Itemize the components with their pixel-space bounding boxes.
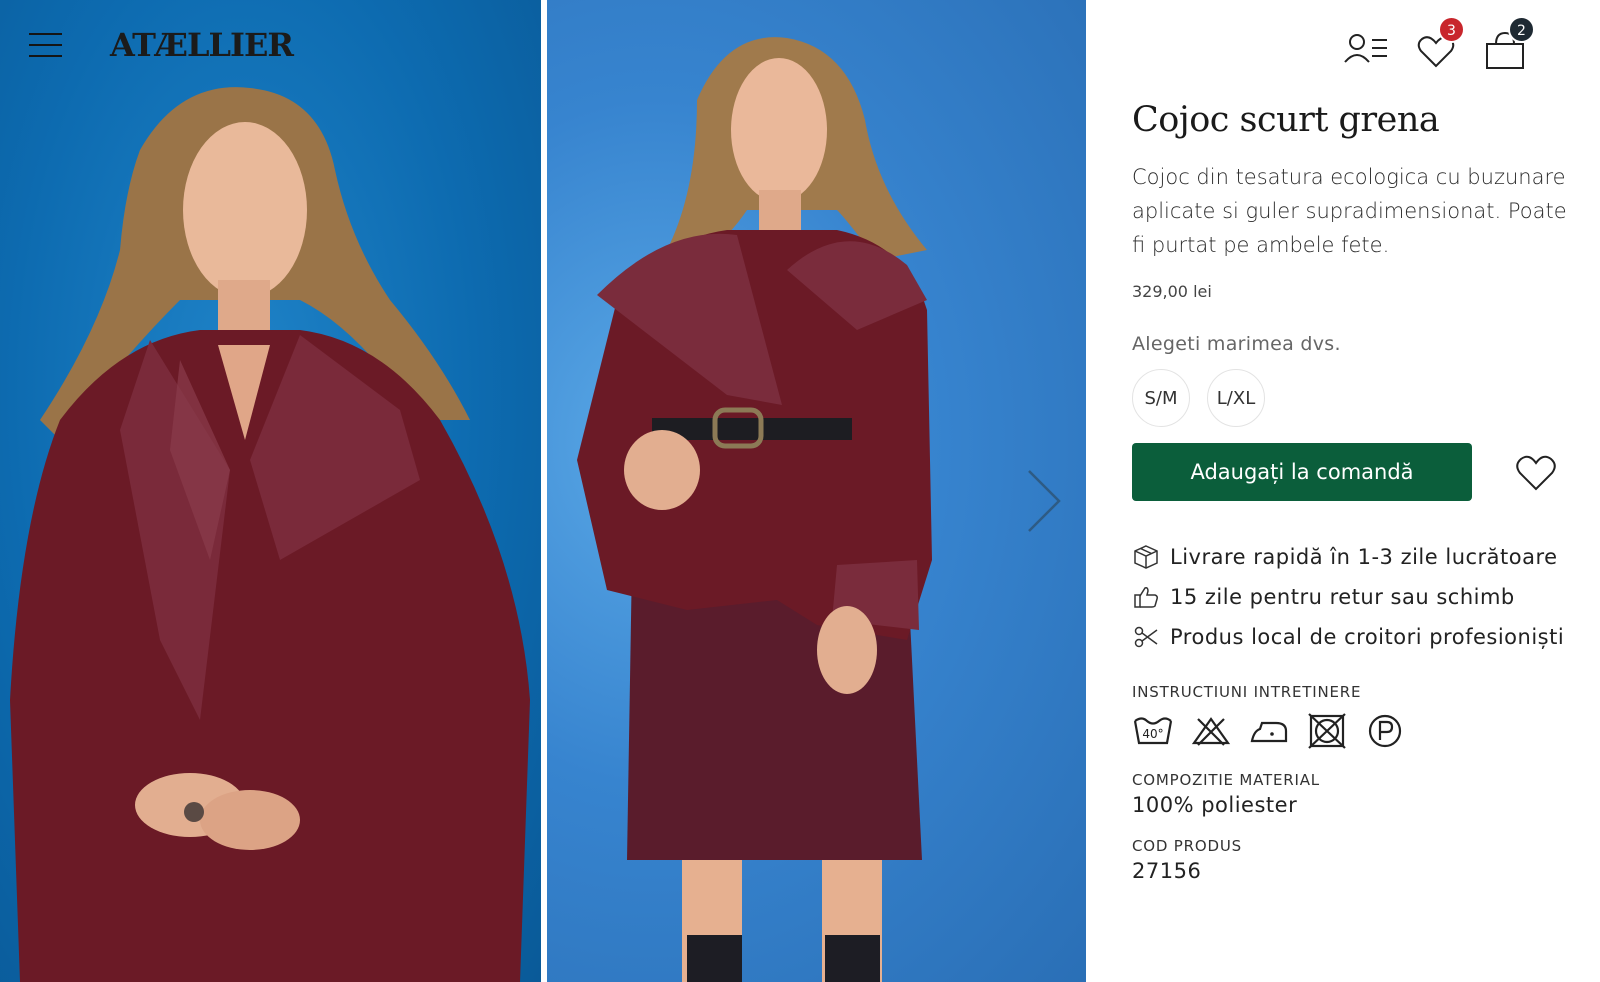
cart-count-badge: 2 xyxy=(1508,16,1535,43)
svg-text:40°: 40° xyxy=(1142,727,1163,741)
model-illustration-2 xyxy=(577,37,932,982)
carousel-next-icon[interactable] xyxy=(1024,466,1064,536)
thumbs-up-icon xyxy=(1132,583,1160,611)
feature-delivery: Livrare rapidă în 1-3 zile lucrătoare xyxy=(1132,537,1572,577)
care-icons: 40° xyxy=(1132,713,1572,749)
care-instructions: INSTRUCTIUNI INTRETINERE 40° xyxy=(1132,683,1572,749)
box-icon xyxy=(1132,543,1160,571)
feature-list: Livrare rapidă în 1-3 zile lucrătoare 15… xyxy=(1132,537,1572,657)
composition: COMPOZITIE MATERIAL 100% poliester xyxy=(1132,771,1572,817)
product-price: 329,00 lei xyxy=(1132,282,1212,301)
product-description: Cojoc din tesatura ecologica cu buzunare… xyxy=(1132,165,1567,257)
feature-return: 15 zile pentru retur sau schimb xyxy=(1132,577,1572,617)
wash-40-icon: 40° xyxy=(1133,717,1173,745)
product-photo-full xyxy=(547,0,1086,982)
care-label: INSTRUCTIUNI INTRETINERE xyxy=(1132,683,1362,701)
cart-icon[interactable]: 2 xyxy=(1483,16,1535,74)
brand-logo[interactable]: ATÆLLIER xyxy=(110,26,294,64)
menu-icon[interactable] xyxy=(28,31,64,61)
product-code-value: 27156 xyxy=(1132,859,1202,883)
header-actions: 3 2 xyxy=(1086,16,1600,82)
add-to-wishlist-heart-icon[interactable] xyxy=(1514,453,1558,493)
iron-icon xyxy=(1250,721,1288,743)
scissors-icon xyxy=(1132,623,1160,651)
feature-local: Produs local de croitori profesioniști xyxy=(1132,617,1572,657)
product-code-label: COD PRODUS xyxy=(1132,837,1242,855)
no-tumble-dry-icon xyxy=(1308,713,1346,749)
product-photo-front xyxy=(0,0,541,982)
cta-row: Adaugați la comandă xyxy=(1132,443,1572,503)
feature-local-text: Produs local de croitori profesioniști xyxy=(1170,625,1565,649)
product-code: COD PRODUS 27156 xyxy=(1132,837,1572,883)
feature-return-text: 15 zile pentru retur sau schimb xyxy=(1170,585,1515,609)
add-to-order-button[interactable]: Adaugați la comandă xyxy=(1132,443,1472,501)
composition-value: 100% poliester xyxy=(1132,793,1298,817)
size-option-lxl[interactable]: L/XL xyxy=(1207,369,1265,427)
size-selector: S/M L/XL xyxy=(1132,369,1572,427)
product-title: Cojoc scurt grena xyxy=(1132,100,1440,140)
composition-label: COMPOZITIE MATERIAL xyxy=(1132,771,1320,789)
feature-delivery-text: Livrare rapidă în 1-3 zile lucrătoare xyxy=(1170,545,1558,569)
dry-clean-p-icon xyxy=(1368,714,1402,748)
size-label: Alegeti marimea dvs. xyxy=(1132,333,1341,355)
account-icon[interactable] xyxy=(1344,22,1396,74)
size-option-sm[interactable]: S/M xyxy=(1132,369,1190,427)
wishlist-icon[interactable]: 3 xyxy=(1416,16,1468,74)
wishlist-count-badge: 3 xyxy=(1438,16,1465,43)
no-bleach-icon xyxy=(1191,717,1231,746)
model-illustration-1 xyxy=(10,87,530,982)
product-info: Cojoc scurt grena Cojoc din tesatura eco… xyxy=(1132,100,1572,883)
